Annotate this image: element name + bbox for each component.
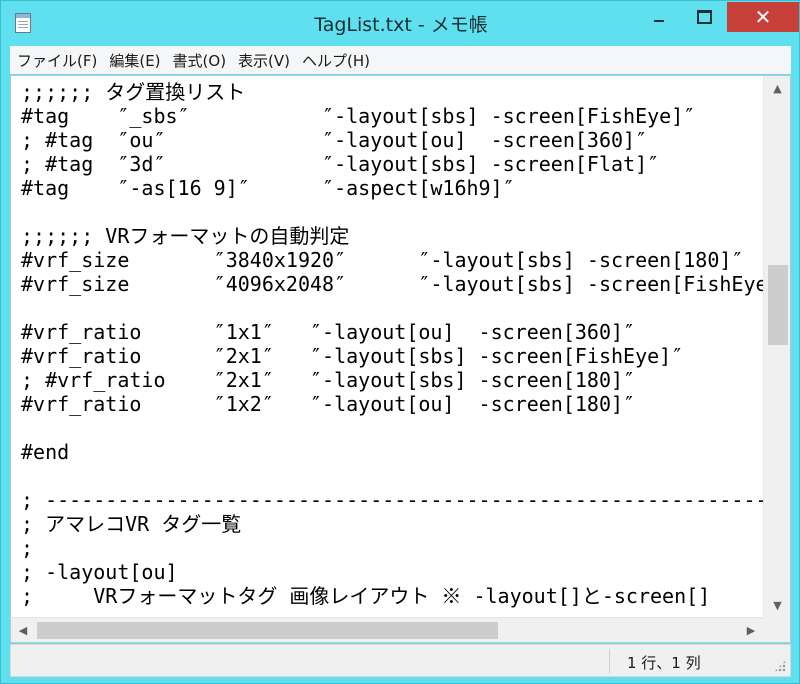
text-line: ; xyxy=(21,536,34,560)
scroll-right-arrow-icon[interactable]: ▶ xyxy=(739,618,763,642)
text-line: ; -layout[ou] xyxy=(21,560,178,584)
text-editor: ;;;;;; タグ置換リスト #tag ″_sbs″ ″-layout[sbs]… xyxy=(10,75,791,643)
vertical-scrollbar[interactable]: ▲ ▼ xyxy=(763,76,790,617)
text-line xyxy=(21,200,763,224)
text-line: ; #vrf_ratio ″2x1″ ″-layout[sbs] -screen… xyxy=(21,368,636,392)
menu-bar: ファイル(F) 編集(E) 書式(O) 表示(V) ヘルプ(H) xyxy=(10,46,791,74)
text-line: #tag ″-as[16 9]″ ″-aspect[w16h9]″ xyxy=(21,176,515,200)
text-line: ; --------------------------------------… xyxy=(21,488,763,512)
horizontal-scroll-thumb[interactable] xyxy=(37,622,498,639)
window-title: TagList.txt - メモ帳 xyxy=(314,14,488,36)
menu-edit[interactable]: 編集(E) xyxy=(109,50,160,71)
scroll-up-arrow-icon[interactable]: ▲ xyxy=(764,76,790,100)
text-line: ;;;;;; タグ置換リスト xyxy=(21,80,246,104)
scroll-left-arrow-icon[interactable]: ◀ xyxy=(11,618,35,642)
text-area[interactable]: ;;;;;; タグ置換リスト #tag ″_sbs″ ″-layout[sbs]… xyxy=(11,76,763,617)
text-line: ; #tag ″3d″ ″-layout[sbs] -screen[Flat]″ xyxy=(21,152,660,176)
menu-view[interactable]: 表示(V) xyxy=(238,50,290,71)
close-button[interactable]: ✕ xyxy=(727,2,799,32)
vertical-scroll-thumb[interactable] xyxy=(768,265,788,345)
text-line: #vrf_ratio ″1x1″ ″-layout[ou] -screen[36… xyxy=(21,320,636,344)
minimize-icon xyxy=(654,20,664,22)
scroll-down-arrow-icon[interactable]: ▼ xyxy=(764,593,790,617)
text-line: ;;;;;; VRフォーマットの自動判定 xyxy=(21,224,350,248)
text-line: #vrf_ratio ″2x1″ ″-layout[sbs] -screen[F… xyxy=(21,344,684,368)
horizontal-scrollbar[interactable]: ◀ ▶ xyxy=(11,617,763,642)
status-divider xyxy=(609,649,610,673)
menu-help[interactable]: ヘルプ(H) xyxy=(302,50,370,71)
text-line: ; アマレコVR タグ一覧 xyxy=(21,512,242,536)
notepad-window: TagList.txt - メモ帳 ✕ ファイル(F) 編集(E) 書式(O) … xyxy=(0,0,800,684)
text-line xyxy=(21,464,763,488)
close-icon: ✕ xyxy=(754,5,772,29)
text-line xyxy=(21,296,763,320)
text-line: #vrf_size ″3840x1920″ ″-layout[sbs] -scr… xyxy=(21,248,744,272)
text-line: #vrf_size ″4096x2048″ ″-layout[sbs] -scr… xyxy=(21,272,763,296)
text-content: ;;;;;; タグ置換リスト #tag ″_sbs″ ″-layout[sbs]… xyxy=(11,76,763,608)
maximize-button[interactable] xyxy=(687,2,721,32)
text-line: #end xyxy=(21,440,70,464)
cursor-position: 1 行、1 列 xyxy=(627,654,701,672)
title-bar[interactable]: TagList.txt - メモ帳 ✕ xyxy=(1,1,800,45)
menu-format[interactable]: 書式(O) xyxy=(173,50,227,71)
resize-grip-icon[interactable] xyxy=(774,660,786,672)
minimize-button[interactable] xyxy=(642,2,676,32)
text-line: ; VRフォーマットタグ 画像レイアウト ※ -layout[]と-screen… xyxy=(21,584,711,608)
maximize-icon xyxy=(696,10,712,24)
text-line xyxy=(21,416,763,440)
scrollbar-corner xyxy=(763,617,790,642)
text-line: ; #tag ″ou″ ″-layout[ou] -screen[360]″ xyxy=(21,128,648,152)
text-line: #tag ″_sbs″ ″-layout[sbs] -screen[FishEy… xyxy=(21,104,696,128)
text-line: #vrf_ratio ″1x2″ ″-layout[ou] -screen[18… xyxy=(21,392,636,416)
menu-file[interactable]: ファイル(F) xyxy=(17,50,97,71)
status-bar: 1 行、1 列 xyxy=(10,644,791,677)
